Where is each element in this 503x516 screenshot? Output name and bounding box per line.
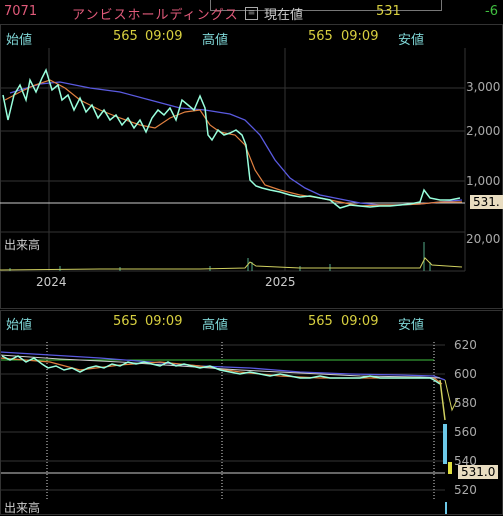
- lower-time2: 09:09: [341, 314, 379, 329]
- lower-time1: 09:09: [145, 314, 183, 329]
- upper-volume-ma: [0, 257, 463, 271]
- upper-price-tag: 531.: [470, 195, 503, 209]
- upper-volume-bars: [9, 242, 431, 271]
- upper-ytick-1000: 1,000: [466, 174, 501, 188]
- lower-price-tag: 531.0: [458, 465, 499, 479]
- lower-high-label: 高値: [202, 318, 229, 333]
- upper-volume-tick: 20,00: [466, 232, 501, 246]
- lower-ytick-620: 620: [454, 338, 477, 352]
- lower-open-value: 565: [113, 314, 138, 329]
- upper-ytick-2000: 2,000: [466, 124, 501, 138]
- upper-ma-long: [9, 81, 463, 206]
- upper-xtick-2025: 2025: [265, 275, 296, 289]
- lower-low-label: 安値: [398, 318, 425, 333]
- lower-volume-label: 出来高: [4, 501, 41, 515]
- upper-ytick-3000: 3,000: [466, 80, 501, 94]
- lower-ytick-580: 580: [454, 396, 477, 410]
- upper-xtick-2024: 2024: [36, 275, 67, 289]
- upper-volume-label: 出来高: [4, 238, 41, 252]
- lower-ytick-520: 520: [454, 483, 477, 497]
- lower-open-label: 始値: [6, 318, 33, 333]
- lower-chart-panel[interactable]: [0, 310, 503, 515]
- upper-ma-short: [4, 79, 462, 207]
- lower-ytick-560: 560: [454, 425, 477, 439]
- lower-high-value: 565: [308, 314, 333, 329]
- lower-ytick-600: 600: [454, 367, 477, 381]
- upper-price-series: [2, 67, 461, 209]
